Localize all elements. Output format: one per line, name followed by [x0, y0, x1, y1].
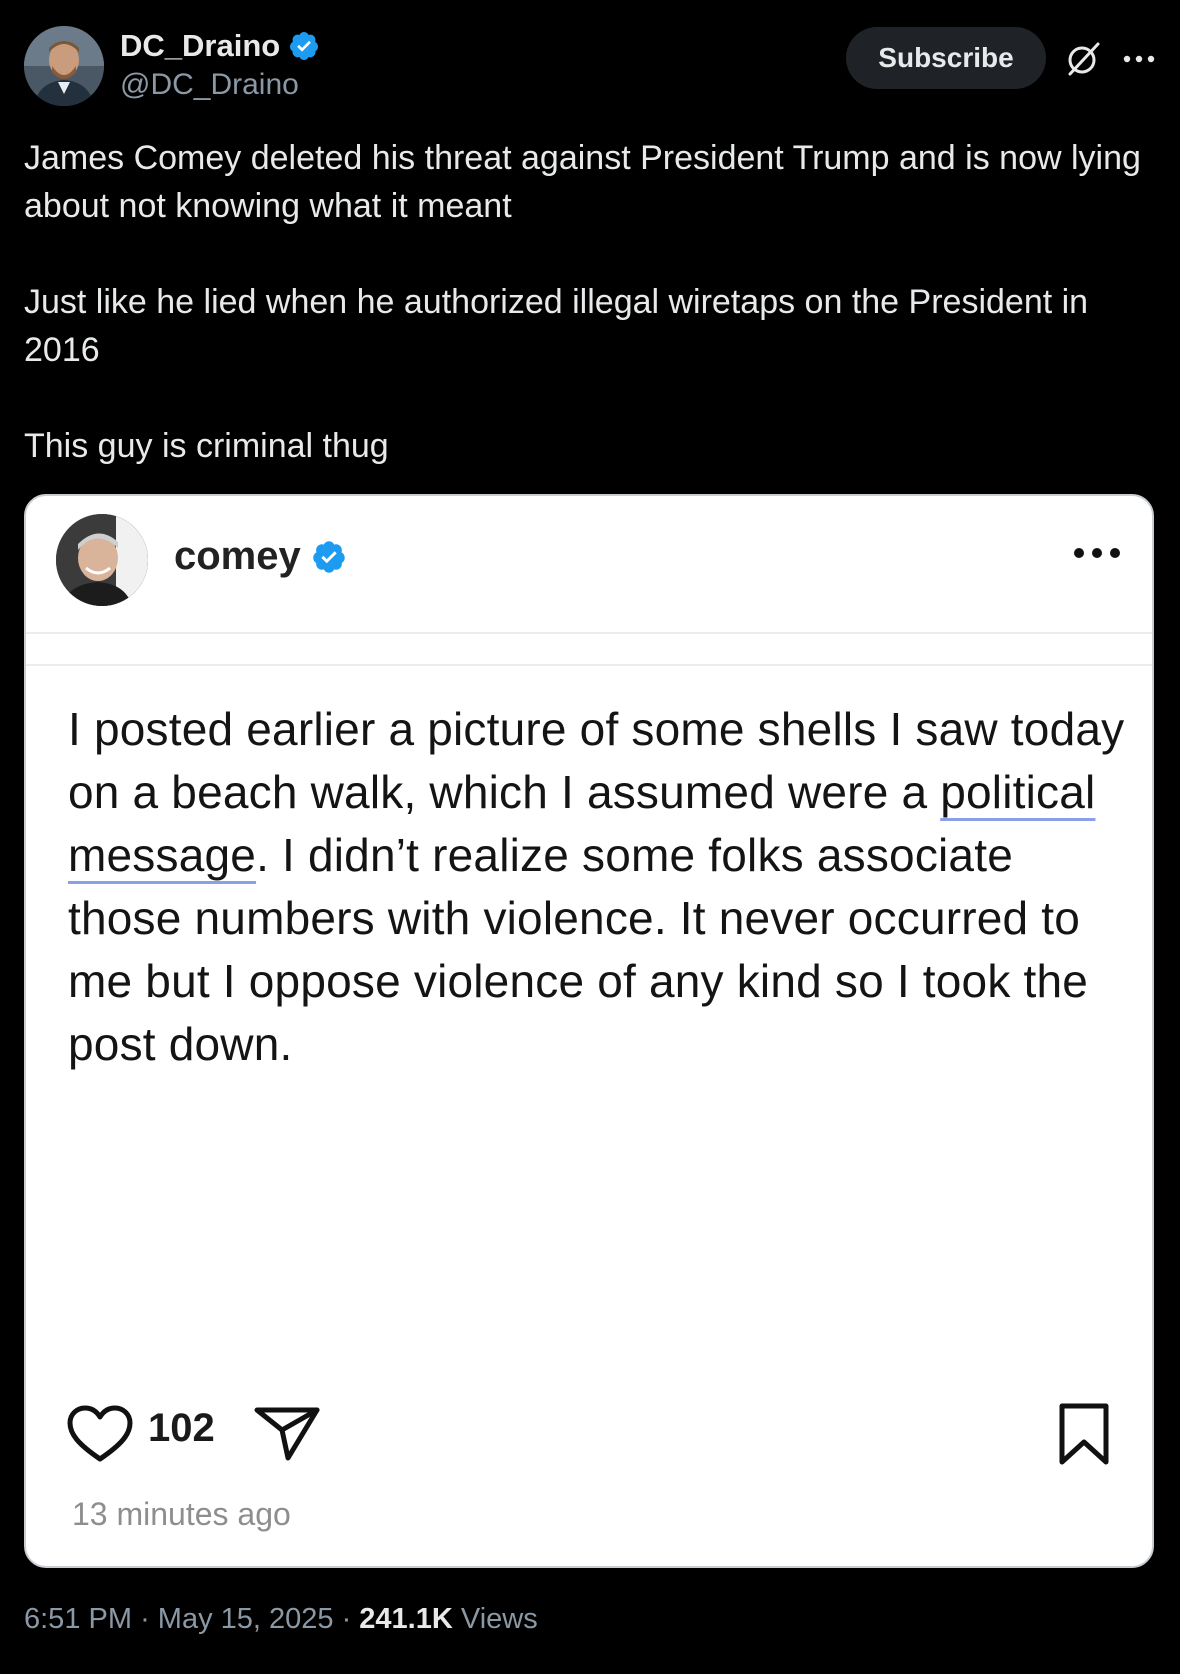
subscribe-button[interactable]: Subscribe [846, 27, 1046, 89]
views-count: 241.1K [359, 1603, 453, 1635]
like-count: 102 [148, 1406, 215, 1450]
comey-text-link-message: message [68, 829, 257, 881]
verified-badge-icon [290, 32, 319, 60]
author-avatar[interactable] [24, 26, 104, 106]
grok-icon[interactable] [1064, 40, 1102, 78]
views-label: Views [460, 1603, 538, 1635]
more-options-icon[interactable] [1118, 44, 1160, 74]
post-paragraph-1: James Comey deleted his threat against P… [24, 139, 1141, 225]
author-name-text: DC_Draino [120, 28, 281, 63]
post-paragraph-2: Just like he lied when he authorized ill… [24, 283, 1089, 369]
card-more-icon [1074, 548, 1120, 558]
post-metadata: 6:51 PM · May 15, 2025 · 241.1K Views [24, 1603, 538, 1636]
post-paragraph-3: This guy is criminal thug [24, 427, 389, 465]
card-timestamp: 13 minutes ago [72, 1496, 291, 1532]
separator-dot: · [341, 1603, 360, 1635]
author-avatar-image [24, 26, 104, 106]
author-handle[interactable]: @DC_Draino [120, 68, 299, 102]
post-time[interactable]: 6:51 PM [24, 1603, 132, 1635]
comey-username-text: comey [174, 534, 301, 578]
author-name[interactable]: DC_Draino [120, 28, 320, 64]
heart-icon [67, 1405, 133, 1462]
verified-badge-icon [312, 540, 345, 573]
card-divider-top [26, 632, 1152, 634]
comey-text-link-political: political [940, 766, 1096, 818]
card-divider-bottom [26, 664, 1152, 666]
post-date[interactable]: May 15, 2025 [158, 1603, 334, 1635]
post-text: James Comey deleted his threat against P… [24, 134, 1144, 470]
comey-avatar-image [56, 514, 148, 606]
comey-avatar [56, 514, 148, 606]
embedded-screenshot[interactable]: comey I posted earlier a picture of some… [24, 494, 1154, 1568]
comey-post-text: I posted earlier a picture of some shell… [68, 698, 1128, 1076]
comey-username: comey [174, 534, 347, 579]
bookmark-icon [1059, 1403, 1109, 1465]
separator-dot: · [140, 1603, 158, 1635]
share-send-icon [254, 1407, 320, 1461]
